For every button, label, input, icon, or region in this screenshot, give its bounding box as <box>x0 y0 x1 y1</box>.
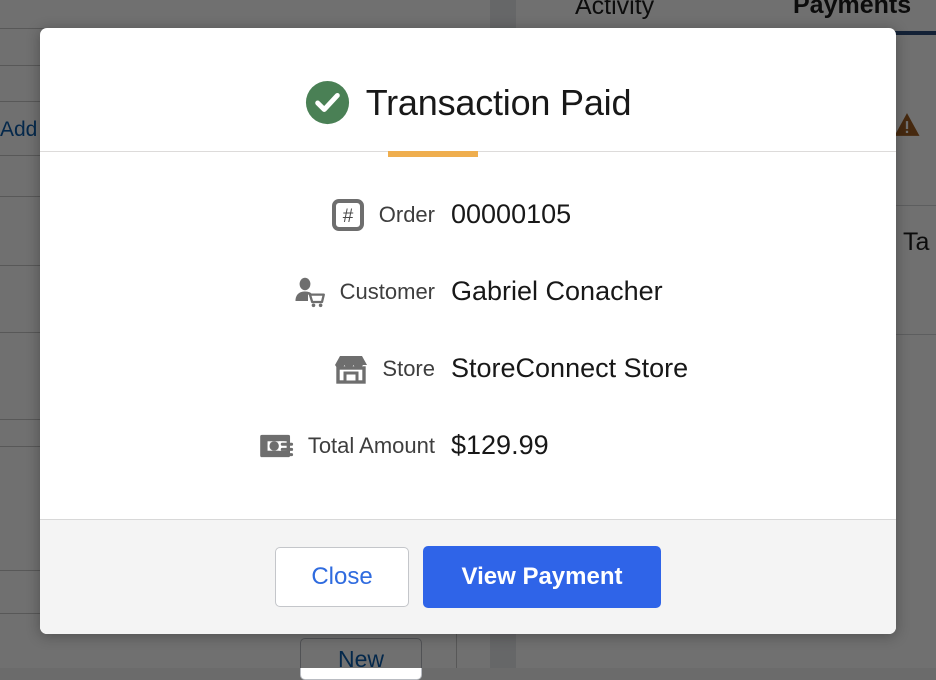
title-accent-underline <box>388 151 478 157</box>
detail-label: Order <box>378 201 435 227</box>
customer-cart-icon <box>292 275 326 309</box>
modal-footer: Close View Payment <box>40 519 896 634</box>
detail-value: 00000105 <box>451 199 572 229</box>
order-hash-icon: # <box>331 198 365 232</box>
modal-header-content: Transaction Paid <box>305 80 632 125</box>
detail-value: Gabriel Conacher <box>451 276 663 306</box>
view-payment-button[interactable]: View Payment <box>423 546 661 608</box>
transaction-paid-modal: Transaction Paid # Order 00000105 Custom… <box>40 28 896 634</box>
check-circle-icon <box>305 80 349 125</box>
detail-label-group: Store <box>40 352 443 386</box>
detail-label-group: Customer <box>40 275 443 309</box>
detail-label: Total Amount <box>307 432 435 458</box>
storefront-icon <box>334 352 368 386</box>
detail-row: Total Amount $129.99 <box>40 407 896 484</box>
svg-text:#: # <box>342 206 353 227</box>
detail-row: # Order 00000105 <box>40 176 896 253</box>
modal-title: Transaction Paid <box>365 81 632 123</box>
detail-label-group: # Order <box>40 198 443 232</box>
detail-label: Store <box>382 355 435 381</box>
detail-row: Store StoreConnect Store <box>40 330 896 407</box>
detail-row: Customer Gabriel Conacher <box>40 253 896 330</box>
modal-header: Transaction Paid <box>40 28 896 157</box>
detail-value: $129.99 <box>451 430 549 460</box>
modal-body: # Order 00000105 Customer Gabriel Conach… <box>40 152 896 519</box>
close-button[interactable]: Close <box>275 547 409 607</box>
detail-label: Customer <box>339 278 435 304</box>
banknote-icon <box>260 429 294 463</box>
detail-label-group: Total Amount <box>40 429 443 463</box>
detail-value: StoreConnect Store <box>451 353 689 383</box>
